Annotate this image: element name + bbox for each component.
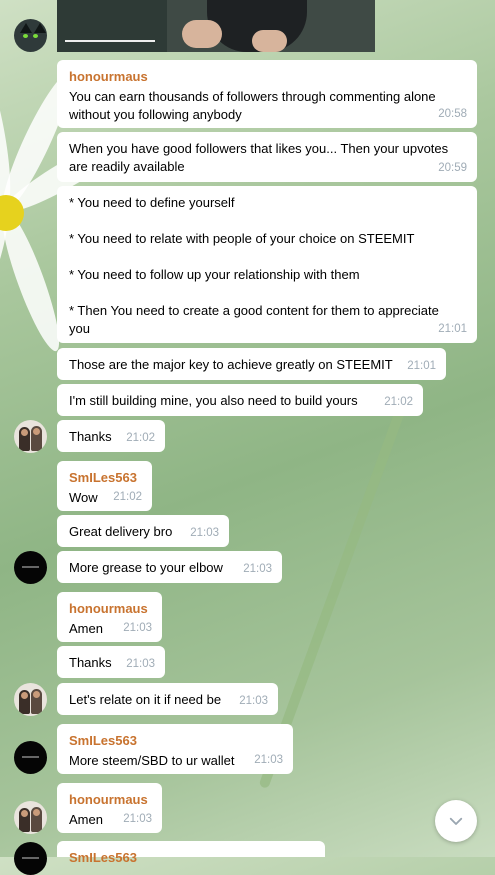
message-bubble[interactable]: Great delivery bro 21:03 xyxy=(57,515,229,547)
message-text: More grease to your elbow xyxy=(69,560,223,575)
message-time: 21:02 xyxy=(113,491,142,503)
message-bubble[interactable]: I'm still building mine, you also need t… xyxy=(57,384,423,416)
message-text: I'm still building mine, you also need t… xyxy=(69,393,358,408)
avatar[interactable] xyxy=(14,801,47,834)
scroll-to-bottom-button[interactable] xyxy=(435,800,477,842)
message-time: 21:03 xyxy=(126,658,155,670)
avatar[interactable] xyxy=(14,19,47,52)
message-bubble[interactable]: Thanks 21:03 xyxy=(57,646,165,678)
avatar[interactable] xyxy=(14,741,47,774)
photo-message[interactable] xyxy=(57,0,375,52)
message-sender[interactable]: SmILes563 xyxy=(69,732,281,750)
message-text: You can earn thousands of followers thro… xyxy=(69,89,436,122)
message-bubble[interactable]: SmILes563 xyxy=(57,841,325,865)
message-time: 21:03 xyxy=(239,695,268,707)
message-sender[interactable]: honourmaus xyxy=(69,600,150,618)
message-bubble[interactable]: Let's relate on it if need be 21:03 xyxy=(57,683,278,715)
message-text: Those are the major key to achieve great… xyxy=(69,357,393,372)
message-bubble[interactable]: SmILes563 More steem/SBD to ur wallet 21… xyxy=(57,724,293,774)
message-sender[interactable]: SmILes563 xyxy=(69,849,313,867)
message-text: When you have good followers that likes … xyxy=(69,141,449,174)
avatar[interactable] xyxy=(14,551,47,584)
message-time: 20:59 xyxy=(438,162,467,174)
message-bubble[interactable]: honourmaus Amen 21:03 xyxy=(57,592,162,642)
message-bubble[interactable]: SmILes563 Wow 21:02 xyxy=(57,461,152,511)
message-sender[interactable]: SmILes563 xyxy=(69,469,140,487)
message-sender[interactable]: honourmaus xyxy=(69,791,150,809)
message-time: 21:03 xyxy=(243,563,272,575)
message-bubble[interactable]: More grease to your elbow 21:03 xyxy=(57,551,282,583)
message-time: 20:58 xyxy=(438,108,467,120)
message-bubble[interactable]: Those are the major key to achieve great… xyxy=(57,348,446,380)
message-text: Let's relate on it if need be xyxy=(69,692,222,707)
message-time: 21:01 xyxy=(407,360,436,372)
message-text: * You need to define yourself * You need… xyxy=(69,195,439,336)
message-time: 21:01 xyxy=(438,323,467,335)
avatar[interactable] xyxy=(14,683,47,716)
message-text: More steem/SBD to ur wallet xyxy=(69,753,235,768)
avatar[interactable] xyxy=(14,420,47,453)
message-time: 21:02 xyxy=(126,432,155,444)
message-sender[interactable]: honourmaus xyxy=(69,68,465,86)
message-bubble[interactable]: When you have good followers that likes … xyxy=(57,132,477,182)
photo-whiteboard xyxy=(57,0,167,52)
message-bubble[interactable]: honourmaus Amen 21:03 xyxy=(57,783,162,833)
message-time: 21:03 xyxy=(254,754,283,766)
chevron-down-icon xyxy=(449,817,463,825)
message-bubble[interactable]: * You need to define yourself * You need… xyxy=(57,186,477,343)
message-time: 21:03 xyxy=(190,527,219,539)
message-bubble[interactable]: Thanks 21:02 xyxy=(57,420,165,452)
message-bubble[interactable]: honourmaus You can earn thousands of fol… xyxy=(57,60,477,128)
message-time: 21:02 xyxy=(384,396,413,408)
message-time: 21:03 xyxy=(123,622,152,634)
message-time: 21:03 xyxy=(123,813,152,825)
avatar[interactable] xyxy=(14,842,47,875)
